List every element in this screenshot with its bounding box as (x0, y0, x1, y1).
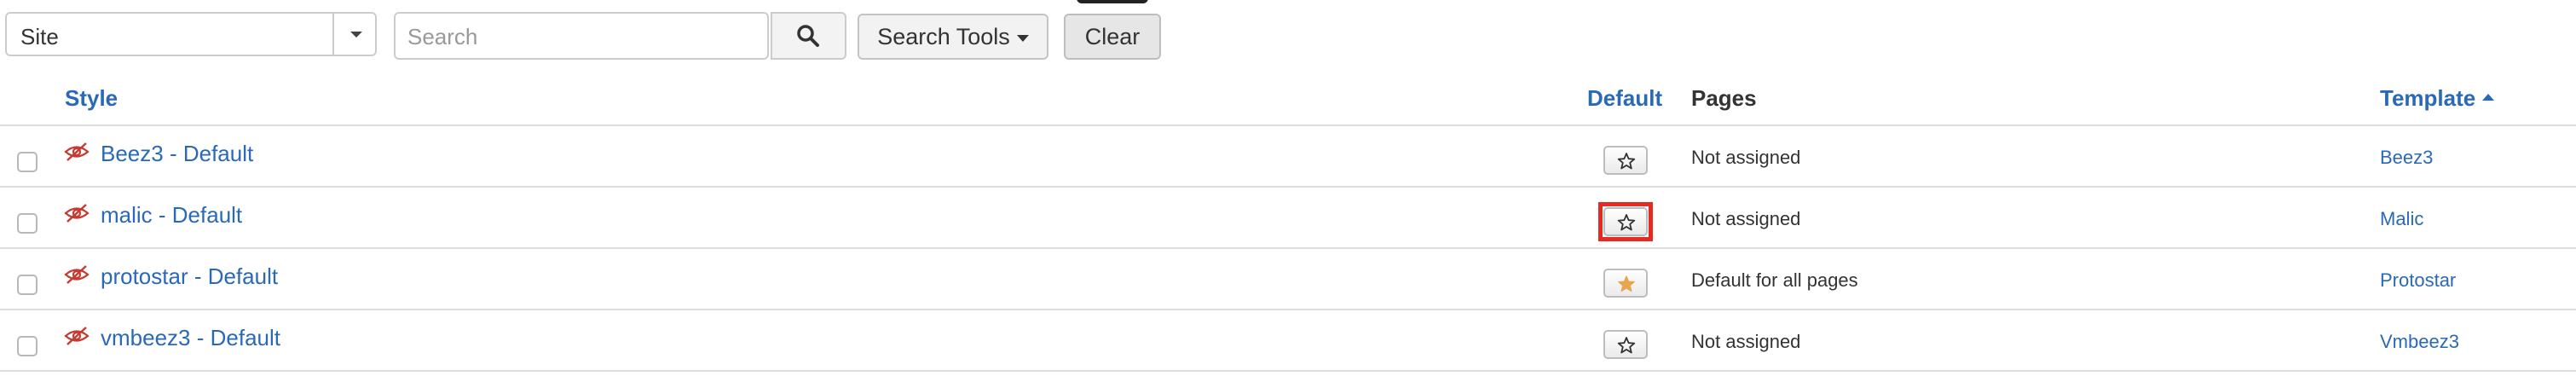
pages-value: Not assigned (1691, 147, 1801, 168)
sort-ascending-icon (2482, 94, 2495, 101)
star-outline-icon (1617, 337, 1636, 354)
template-link[interactable]: Protostar (2380, 269, 2456, 292)
column-header-style[interactable]: Style (65, 85, 118, 112)
site-filter-value: Site (20, 24, 59, 49)
table-row: Beez3 - Default Not assigned Beez3 (0, 126, 2576, 188)
search-group (394, 12, 846, 60)
template-link[interactable]: Vmbeez3 (2380, 331, 2459, 353)
star-filled-icon (1618, 275, 1635, 292)
style-link[interactable]: vmbeez3 - Default (101, 325, 280, 351)
row-checkbox[interactable] (17, 275, 38, 295)
style-link[interactable]: malic - Default (101, 202, 242, 229)
table-row: protostar - Default Default for all page… (0, 249, 2576, 310)
search-icon (797, 25, 819, 47)
eye-slash-icon (63, 326, 90, 350)
column-header-pages: Pages (1691, 85, 1757, 111)
eye-slash-icon (63, 203, 90, 228)
column-header-default[interactable]: Default (1587, 85, 1662, 112)
set-default-button[interactable] (1603, 207, 1648, 236)
table-row: malic - Default Not assigned Malic (0, 188, 2576, 249)
column-header-template[interactable]: Template (2380, 85, 2495, 112)
clear-label: Clear (1084, 24, 1141, 49)
template-link[interactable]: Beez3 (2380, 147, 2433, 169)
search-tools-label: Search Tools (877, 24, 1010, 49)
search-input[interactable] (406, 21, 733, 52)
filter-toolbar: Site Search Tools Clear (0, 0, 2576, 68)
default-indicator-button[interactable] (1603, 269, 1648, 298)
table-row: vmbeez3 - Default Not assigned Vmbeez3 (0, 310, 2576, 372)
set-default-button[interactable] (1603, 330, 1648, 359)
pages-value: Not assigned (1691, 208, 1801, 229)
template-header-label: Template (2380, 85, 2476, 111)
row-checkbox[interactable] (17, 152, 38, 172)
tooltip (1077, 0, 1148, 3)
caret-down-icon (1016, 34, 1029, 42)
eye-slash-icon (63, 264, 90, 289)
pages-value: Default for all pages (1691, 269, 1858, 291)
clear-button[interactable]: Clear (1064, 14, 1161, 60)
star-outline-icon (1617, 214, 1636, 231)
style-link[interactable]: protostar - Default (101, 263, 278, 290)
style-link[interactable]: Beez3 - Default (101, 141, 253, 167)
table-header: Style Default Pages Template (0, 73, 2576, 126)
row-checkbox[interactable] (17, 213, 38, 234)
search-button[interactable] (771, 12, 846, 60)
select-divider (332, 14, 334, 55)
chevron-down-icon[interactable] (345, 25, 367, 43)
site-filter-select[interactable]: Site (5, 12, 377, 56)
template-link[interactable]: Malic (2380, 208, 2423, 230)
pages-value: Not assigned (1691, 331, 1801, 352)
search-tools-button[interactable]: Search Tools (858, 14, 1048, 60)
set-default-button[interactable] (1603, 146, 1648, 175)
star-outline-icon (1617, 153, 1636, 170)
row-checkbox[interactable] (17, 336, 38, 356)
eye-slash-icon (63, 142, 90, 166)
